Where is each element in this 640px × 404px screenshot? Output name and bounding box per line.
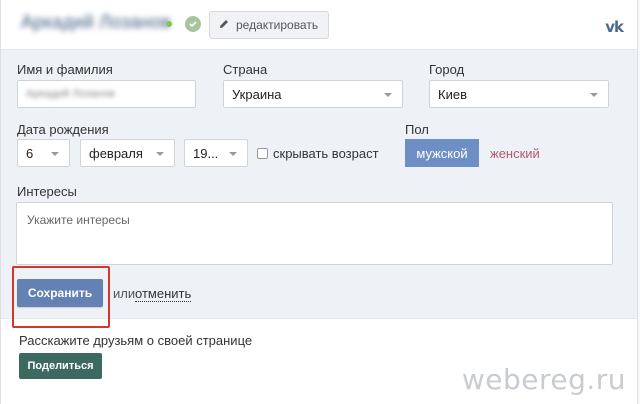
gender-female-option[interactable]: женский [490, 146, 540, 161]
country-label: Страна [223, 62, 268, 77]
interests-placeholder: Укажите интересы [27, 213, 130, 227]
hide-age-label: скрывать возраст [273, 146, 379, 161]
highlight-frame [12, 266, 110, 328]
edit-button[interactable]: редактировать [209, 11, 330, 39]
cancel-link[interactable]: отменить [135, 286, 192, 302]
birth-month-select[interactable]: февраля [80, 139, 175, 167]
hide-age-checkbox[interactable] [257, 148, 268, 159]
username: Аркадий Лозанов [21, 12, 171, 32]
online-indicator [166, 21, 172, 27]
city-label: Город [429, 62, 465, 77]
birth-day-select[interactable]: 6 [17, 139, 70, 167]
edit-button-label: редактировать [236, 18, 319, 32]
birth-year-value: 19... [193, 145, 219, 161]
city-value: Киев [438, 86, 467, 102]
birth-day-value: 6 [26, 145, 34, 161]
gender-male-option[interactable]: мужской [405, 139, 479, 167]
interests-textarea[interactable]: Укажите интересы [16, 202, 613, 265]
interests-label: Интересы [17, 184, 77, 199]
name-input[interactable]: Аркадий Лозанов [17, 80, 196, 108]
profile-card: Аркадий Лозанов редактировать vk Имя и ф… [0, 0, 638, 404]
birth-month-value: февраля [89, 145, 143, 161]
gender-label: Пол [405, 122, 429, 137]
or-text: или [113, 286, 136, 301]
hide-age-option[interactable]: скрывать возраст [257, 146, 379, 161]
country-value: Украина [232, 86, 282, 102]
pencil-icon [218, 18, 230, 33]
name-label: Имя и фамилия [17, 62, 113, 77]
city-select[interactable]: Киев [429, 80, 609, 108]
profile-header: Аркадий Лозанов редактировать vk [1, 0, 637, 50]
name-value: Аркадий Лозанов [26, 88, 115, 100]
watermark: webereg.ru [461, 363, 626, 396]
country-select[interactable]: Украина [223, 80, 403, 108]
birth-year-select[interactable]: 19... [184, 139, 248, 167]
vk-logo-icon[interactable]: vk [605, 18, 624, 36]
share-button[interactable]: Поделиться [19, 353, 102, 379]
check-icon [185, 16, 201, 32]
birth-label: Дата рождения [17, 122, 109, 137]
share-text: Расскажите друзьям о своей странице [19, 333, 253, 348]
